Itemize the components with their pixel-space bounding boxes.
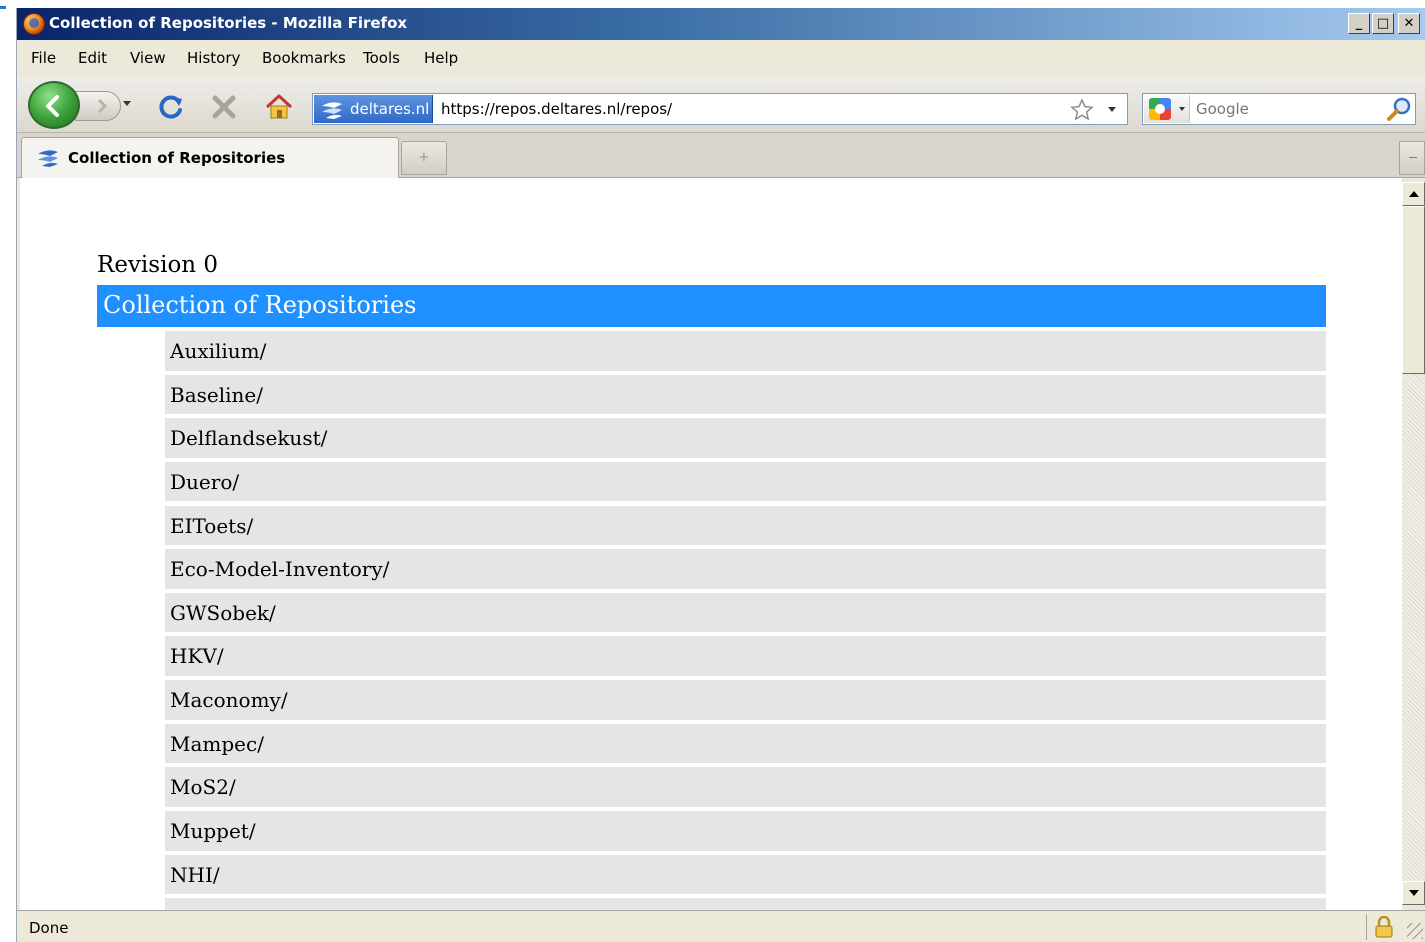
scrollbar-thumb[interactable] <box>1402 206 1425 374</box>
close-button[interactable]: ✕ <box>1398 13 1420 34</box>
repository-link[interactable]: Muppet/ <box>170 819 256 843</box>
browser-window: Collection of Repositories - Mozilla Fir… <box>16 8 1425 942</box>
menu-bar: File Edit View History Bookmarks Tools H… <box>17 40 1425 77</box>
menu-help[interactable]: Help <box>424 49 458 67</box>
menu-edit[interactable]: Edit <box>78 49 107 67</box>
repository-link[interactable]: HKV/ <box>170 644 224 668</box>
list-item[interactable]: MoS2/ <box>165 767 1326 807</box>
reload-icon[interactable] <box>157 93 185 121</box>
magnifier-icon[interactable] <box>1385 96 1413 122</box>
search-input[interactable] <box>1196 99 1376 119</box>
window-title: Collection of Repositories - Mozilla Fir… <box>49 14 408 32</box>
tab-label: Collection of Repositories <box>68 149 286 167</box>
back-arrow-icon <box>46 95 59 117</box>
list-item[interactable]: NHI/ <box>165 854 1326 895</box>
collection-header: Collection of Repositories <box>97 285 1326 327</box>
list-item[interactable]: Delflandsekust/ <box>165 418 1326 458</box>
repository-link[interactable]: NHI/ <box>170 863 220 887</box>
repository-link[interactable]: Eco-Model-Inventory/ <box>170 557 389 581</box>
menu-file[interactable]: File <box>31 49 56 67</box>
repository-link[interactable]: Delflandsekust/ <box>170 426 327 450</box>
url-dropdown-icon[interactable] <box>1108 107 1116 112</box>
list-item[interactable]: Muppet/ <box>165 811 1326 851</box>
list-item[interactable]: Maconomy/ <box>165 680 1326 720</box>
site-favicon-icon <box>322 102 342 119</box>
list-item[interactable]: GWSobek/ <box>165 592 1326 633</box>
navigation-toolbar: deltares.nl https://repos.deltares.nl/re… <box>17 77 1425 133</box>
menu-bookmarks[interactable]: Bookmarks <box>262 49 346 67</box>
site-favicon-icon <box>38 150 58 167</box>
tab-strip: Collection of Repositories + <box>17 133 1425 179</box>
repository-link[interactable]: Duero/ <box>170 470 239 494</box>
desktop-edge <box>0 0 16 942</box>
menu-view[interactable]: View <box>130 49 166 67</box>
site-identity-label: deltares.nl <box>350 100 430 118</box>
repository-link[interactable]: EIToets/ <box>170 514 253 538</box>
scroll-up-button[interactable] <box>1402 182 1425 206</box>
list-item[interactable]: Eco-Model-Inventory/ <box>165 549 1326 589</box>
desktop-marker <box>0 6 6 9</box>
star-icon[interactable] <box>1070 98 1094 122</box>
site-identity-button[interactable]: deltares.nl <box>314 95 433 123</box>
menu-tools[interactable]: Tools <box>363 49 400 67</box>
status-bar: Done <box>17 910 1425 942</box>
home-icon[interactable] <box>264 93 294 121</box>
menu-history[interactable]: History <box>187 49 240 67</box>
url-bar[interactable]: deltares.nl https://repos.deltares.nl/re… <box>312 93 1128 125</box>
list-item[interactable]: Duero/ <box>165 461 1326 502</box>
collection-title: Collection of Repositories <box>103 291 417 319</box>
list-item[interactable]: Baseline/ <box>165 374 1326 415</box>
url-text[interactable]: https://repos.deltares.nl/repos/ <box>441 100 672 118</box>
vertical-scrollbar[interactable] <box>1402 178 1425 910</box>
scroll-down-button[interactable] <box>1402 881 1425 905</box>
forward-button[interactable] <box>75 91 121 121</box>
minimize-button[interactable]: _ <box>1348 13 1370 34</box>
title-bar: Collection of Repositories - Mozilla Fir… <box>17 8 1425 40</box>
repository-link[interactable]: GWSobek/ <box>170 601 276 625</box>
status-text: Done <box>29 919 69 937</box>
back-button[interactable] <box>28 81 80 129</box>
new-tab-button[interactable]: + <box>401 141 447 175</box>
search-bar[interactable] <box>1142 93 1416 125</box>
padlock-icon[interactable] <box>1374 916 1394 938</box>
firefox-icon <box>23 13 45 35</box>
list-item[interactable]: Auxilium/ <box>165 331 1326 371</box>
forward-arrow-icon <box>97 98 108 114</box>
list-item[interactable]: Mampec/ <box>165 723 1326 764</box>
status-divider <box>1366 914 1367 940</box>
resize-grip[interactable] <box>1407 923 1423 939</box>
tab-collection-of-repositories[interactable]: Collection of Repositories <box>21 137 399 179</box>
list-all-tabs-button[interactable] <box>1399 141 1425 175</box>
repository-link[interactable]: Mampec/ <box>170 732 264 756</box>
stop-icon[interactable] <box>211 94 237 120</box>
page-content: Revision 0 Collection of Repositories Au… <box>20 178 1402 910</box>
history-dropdown-icon[interactable] <box>123 101 131 106</box>
repository-list: Auxilium/ Baseline/ Delflandsekust/ Duer… <box>165 331 1326 910</box>
chevron-down-icon <box>1179 107 1185 111</box>
repository-link[interactable]: Auxilium/ <box>170 339 266 363</box>
repository-link[interactable]: MoS2/ <box>170 775 236 799</box>
revision-label: Revision 0 <box>97 252 219 278</box>
repository-link[interactable]: Baseline/ <box>170 383 263 407</box>
maximize-button[interactable]: □ <box>1372 13 1394 34</box>
list-item[interactable]: HKV/ <box>165 636 1326 676</box>
list-item-partial <box>165 898 1326 910</box>
google-icon <box>1149 98 1171 120</box>
repository-link[interactable]: Maconomy/ <box>170 688 288 712</box>
list-item[interactable]: EIToets/ <box>165 505 1326 546</box>
search-engine-button[interactable] <box>1144 95 1190 123</box>
